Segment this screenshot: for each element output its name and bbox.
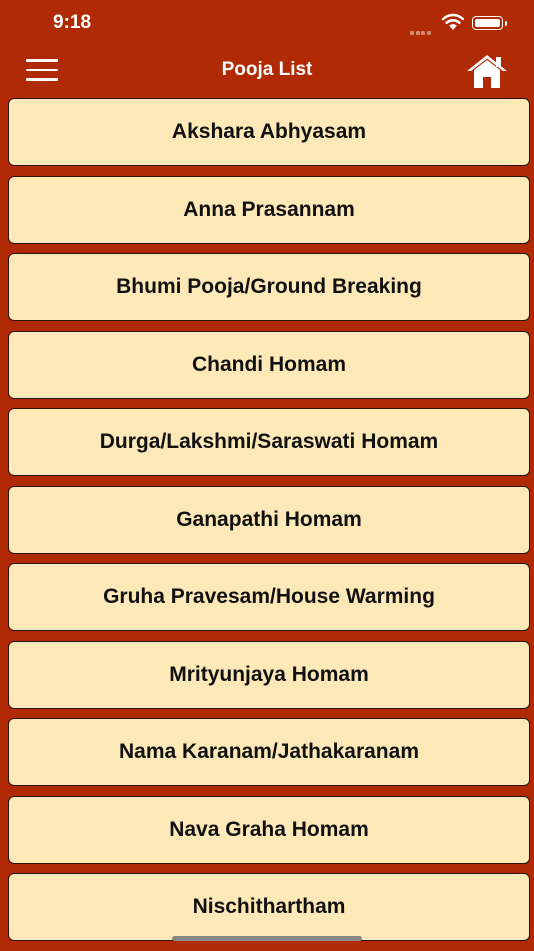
status-time: 9:18 <box>53 12 92 33</box>
list-item[interactable]: Nischithartham <box>8 873 530 941</box>
list-item[interactable]: Anna Prasannam <box>8 175 530 244</box>
list-item[interactable]: Bhumi Pooja/Ground Breaking <box>8 253 530 321</box>
cellular-signal-icon <box>410 22 432 40</box>
wifi-icon <box>441 13 465 30</box>
list-item[interactable]: Mrityunjaya Homam <box>8 640 530 709</box>
home-icon <box>467 55 507 88</box>
list-item[interactable]: Nava Graha Homam <box>8 795 530 864</box>
home-indicator <box>172 936 362 941</box>
battery-icon <box>472 16 507 30</box>
status-bar: 9:18 <box>0 0 534 48</box>
navigation-bar: Pooja List <box>0 48 534 96</box>
list-item[interactable]: Akshara Abhyasam <box>8 98 530 166</box>
home-button[interactable] <box>466 53 508 89</box>
list-item[interactable]: Chandi Homam <box>8 330 530 399</box>
list-item[interactable]: Gruha Pravesam/House Warming <box>8 563 530 631</box>
list-item[interactable]: Durga/Lakshmi/Saraswati Homam <box>8 408 530 476</box>
list-item[interactable]: Ganapathi Homam <box>8 485 530 554</box>
list-item[interactable]: Nama Karanam/Jathakaranam <box>8 718 530 786</box>
pooja-list: Akshara Abhyasam Anna Prasannam Bhumi Po… <box>8 98 530 951</box>
page-title: Pooja List <box>221 59 313 80</box>
